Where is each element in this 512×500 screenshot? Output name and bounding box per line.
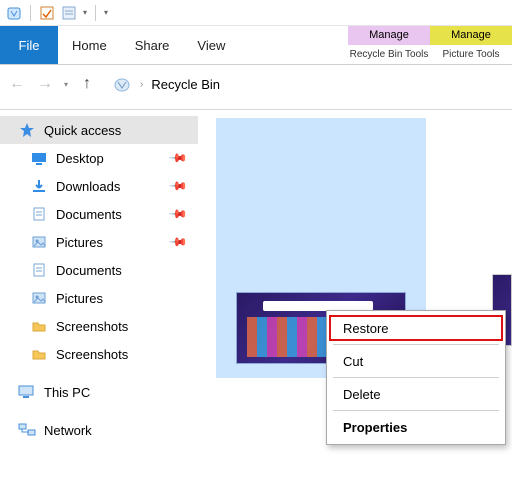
sidebar-item-label: Network [44,423,92,438]
breadcrumb-separator-icon: › [140,79,143,90]
navigation-bar: ← → ▾ ↑ › Recycle Bin [0,65,512,103]
sidebar-item-this-pc[interactable]: This PC [0,378,198,406]
sidebar-item-label: Downloads [56,179,120,194]
context-menu-restore[interactable]: Restore [329,315,503,341]
sidebar-item-label: Screenshots [56,347,128,362]
ribbon-tabs: File Home Share View Manage Recycle Bin … [0,26,512,65]
tab-share[interactable]: Share [121,26,184,64]
new-folder-qat-icon[interactable] [61,5,77,21]
sidebar-item-pictures[interactable]: Pictures [0,284,198,312]
sidebar-item-network[interactable]: Network [0,416,198,444]
sidebar-item-desktop[interactable]: Desktop 📌 [0,144,198,172]
contextual-tab-recycle-bin-tools[interactable]: Manage Recycle Bin Tools [348,26,430,64]
sidebar-item-label: Documents [56,207,122,222]
context-menu: Restore Cut Delete Properties [326,310,506,445]
sidebar-item-pictures[interactable]: Pictures 📌 [0,228,198,256]
sidebar-item-label: Quick access [44,123,121,138]
qat-separator [30,5,31,21]
this-pc-icon [18,383,36,401]
qat-customize-icon[interactable]: ▾ [104,8,108,17]
pin-icon: 📌 [168,204,188,224]
sidebar-item-documents[interactable]: Documents 📌 [0,200,198,228]
folder-icon [30,345,48,363]
title-bar: ▾ ▾ [0,0,512,26]
context-menu-separator [333,344,499,345]
navigation-pane: Quick access Desktop 📌 Downloads 📌 Docum… [0,110,198,500]
main-area: Quick access Desktop 📌 Downloads 📌 Docum… [0,110,512,500]
recycle-bin-icon [112,74,132,94]
star-icon [18,121,36,139]
contextual-tab-picture-tools[interactable]: Manage Picture Tools [430,26,512,64]
context-menu-delete[interactable]: Delete [329,381,503,407]
file-tab[interactable]: File [0,26,58,64]
context-menu-properties[interactable]: Properties [329,414,503,440]
back-button[interactable]: ← [8,75,26,93]
contextual-tab-sub: Recycle Bin Tools [348,45,430,65]
contextual-tab-title: Manage [430,26,512,45]
pictures-icon [30,233,48,251]
contextual-tab-title: Manage [348,26,430,45]
pin-icon: 📌 [168,148,188,168]
contextual-tab-sub: Picture Tools [430,45,512,65]
forward-button[interactable]: → [36,75,54,93]
sidebar-item-label: Desktop [56,151,104,166]
history-dropdown-icon[interactable]: ▾ [64,80,68,89]
sidebar-item-label: Pictures [56,291,103,306]
contextual-tab-group: Manage Recycle Bin Tools Manage Picture … [348,26,512,64]
network-icon [18,421,36,439]
pictures-icon [30,289,48,307]
sidebar-item-label: Documents [56,263,122,278]
tab-home[interactable]: Home [58,26,121,64]
desktop-icon [30,149,48,167]
pin-icon: 📌 [168,176,188,196]
up-button[interactable]: ↑ [78,75,96,93]
context-menu-cut[interactable]: Cut [329,348,503,374]
sidebar-item-screenshots[interactable]: Screenshots [0,340,198,368]
qat-separator [95,5,96,21]
content-pane[interactable]: Restore Cut Delete Properties [198,110,512,500]
tab-view[interactable]: View [183,26,239,64]
sidebar-item-label: Screenshots [56,319,128,334]
properties-qat-icon[interactable] [39,5,55,21]
recycle-bin-app-icon [6,5,22,21]
sidebar-item-quick-access[interactable]: Quick access [0,116,198,144]
folder-icon [30,317,48,335]
context-menu-separator [333,410,499,411]
sidebar-item-documents[interactable]: Documents [0,256,198,284]
sidebar-item-downloads[interactable]: Downloads 📌 [0,172,198,200]
document-icon [30,205,48,223]
document-icon [30,261,48,279]
breadcrumb-location[interactable]: Recycle Bin [151,77,220,92]
breadcrumb[interactable]: › Recycle Bin [112,74,220,94]
sidebar-item-label: Pictures [56,235,103,250]
sidebar-item-screenshots[interactable]: Screenshots [0,312,198,340]
download-icon [30,177,48,195]
pin-icon: 📌 [168,232,188,252]
context-menu-separator [333,377,499,378]
qat-dropdown-icon[interactable]: ▾ [83,8,87,17]
sidebar-item-label: This PC [44,385,90,400]
